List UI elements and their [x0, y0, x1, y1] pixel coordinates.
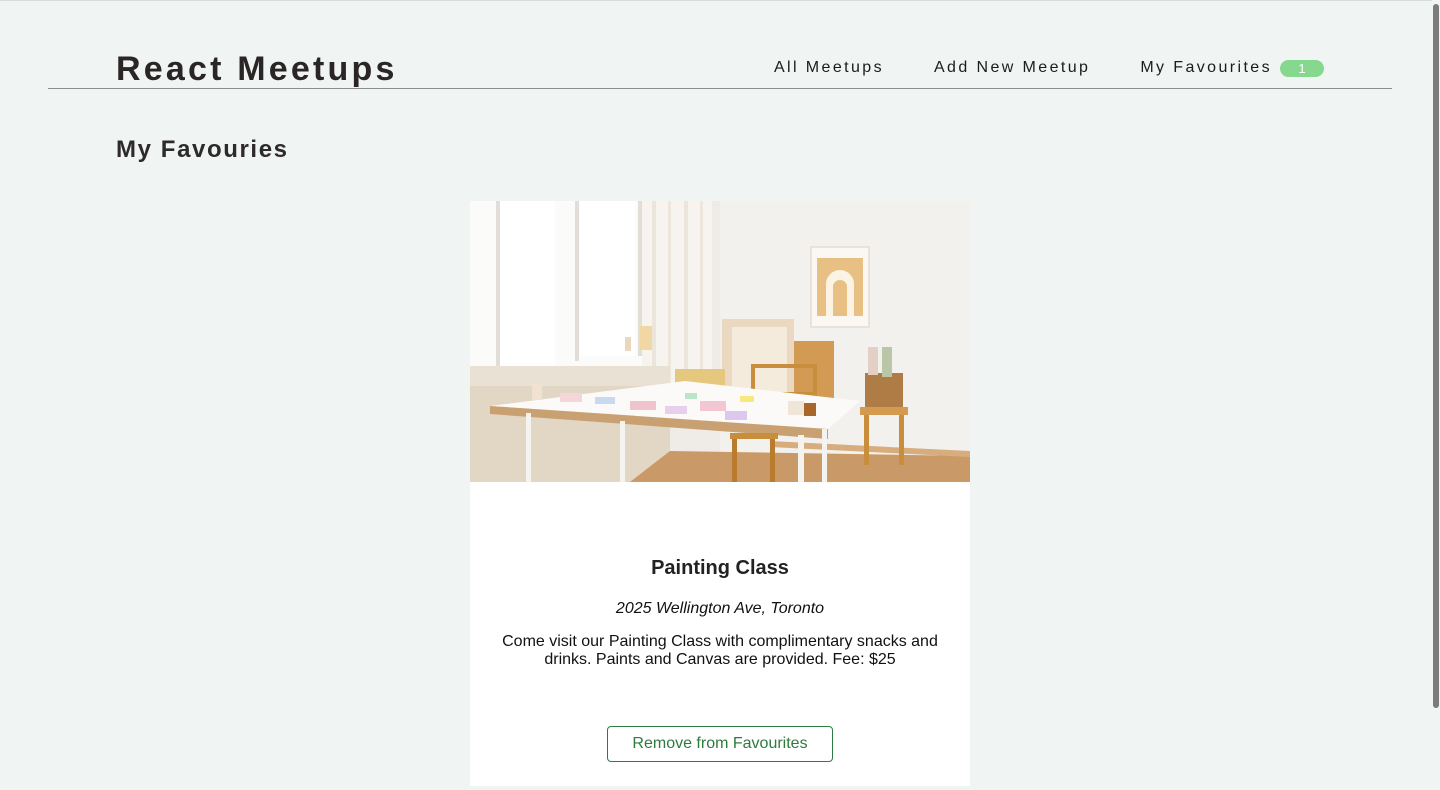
nav-link-add-new-meetup[interactable]: Add New Meetup	[934, 58, 1090, 78]
main-header: React Meetups All Meetups Add New Meetup…	[48, 0, 1392, 89]
nav-link-my-favourites[interactable]: My Favourites	[1140, 58, 1272, 78]
meetup-card: Painting Class 2025 Wellington Ave, Toro…	[470, 201, 970, 786]
meetup-address: 2025 Wellington Ave, Toronto	[615, 600, 825, 617]
scrollbar-thumb[interactable]	[1433, 4, 1439, 708]
page: React Meetups All Meetups Add New Meetup…	[0, 0, 1440, 790]
logo: React Meetups	[116, 50, 398, 88]
meetup-title: Painting Class	[651, 557, 789, 579]
favourites-count-badge: 1	[1280, 59, 1324, 77]
nav-item-my-favourites: My Favourites 1	[1140, 58, 1324, 78]
nav-item-all-meetups: All Meetups	[774, 58, 884, 78]
nav-link-all-meetups[interactable]: All Meetups	[774, 58, 884, 78]
page-title: My Favouries	[116, 136, 289, 163]
remove-from-favourites-button[interactable]: Remove from Favourites	[607, 726, 833, 762]
meetup-description: Come visit our Painting Class with compl…	[502, 633, 938, 668]
meetup-image	[470, 201, 970, 482]
nav-list: All Meetups Add New Meetup My Favourites…	[724, 58, 1324, 78]
nav-item-add-new-meetup: Add New Meetup	[934, 58, 1090, 78]
vertical-scrollbar[interactable]	[1432, 0, 1440, 790]
